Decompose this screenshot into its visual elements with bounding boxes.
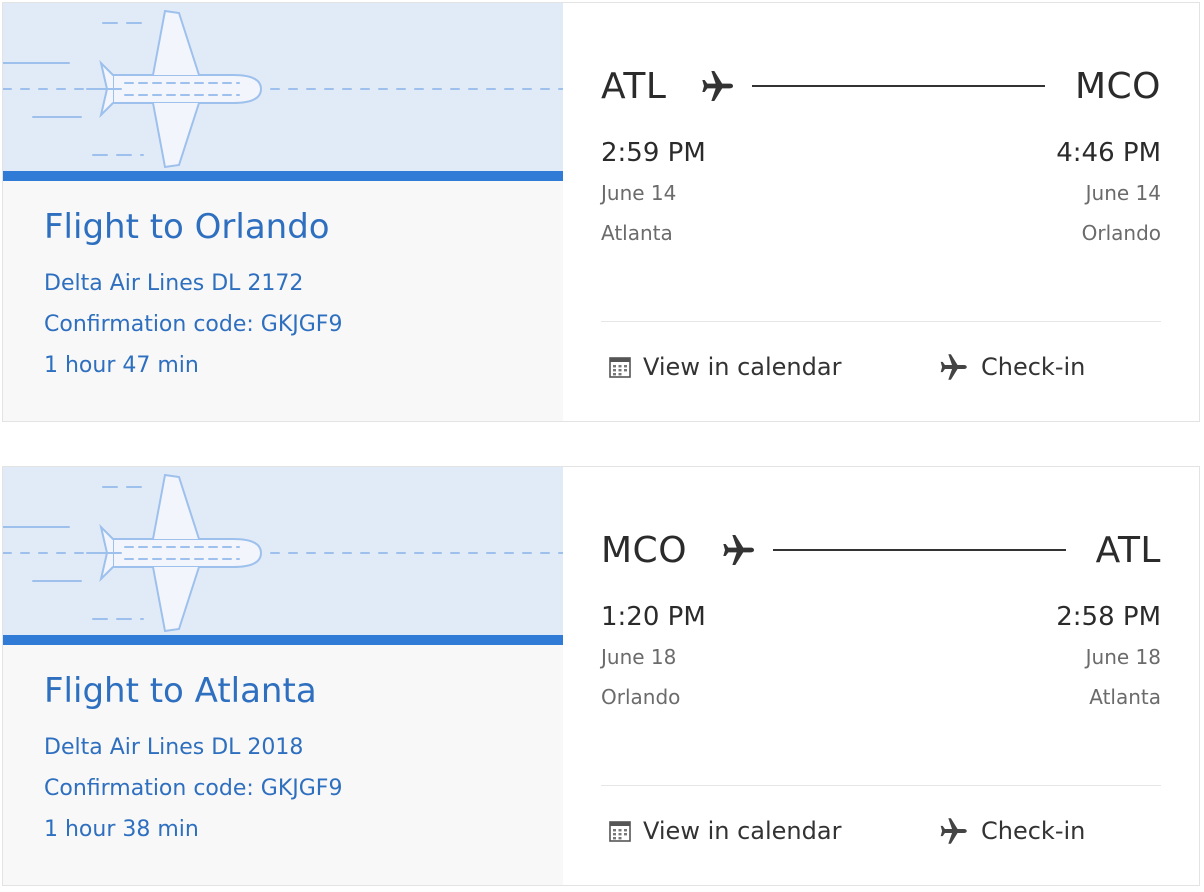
flight-actions: View in calendar Check-in — [607, 811, 1085, 851]
view-in-calendar-button[interactable]: View in calendar — [607, 353, 937, 381]
accent-bar — [3, 171, 563, 181]
confirmation-code: Confirmation code: GKJGF9 — [44, 776, 343, 801]
destination-code: MCO — [1074, 65, 1161, 107]
arrival-city: Orlando — [1081, 221, 1161, 245]
arrival-date: June 18 — [1085, 645, 1161, 669]
check-in-button[interactable]: Check-in — [937, 350, 1085, 384]
flight-details-panel: ATL MCO 2:59 PM June 14 Atlanta 4:46 PM … — [563, 3, 1199, 421]
calendar-icon — [607, 818, 633, 844]
view-in-calendar-button[interactable]: View in calendar — [607, 817, 937, 845]
divider — [601, 321, 1161, 322]
flight-actions: View in calendar Check-in — [607, 347, 1085, 387]
flight-banner — [3, 467, 563, 645]
view-in-calendar-label: View in calendar — [643, 353, 842, 381]
flight-info: Flight to Atlanta Delta Air Lines DL 201… — [44, 667, 553, 850]
airline-flight-number: Delta Air Lines DL 2018 — [44, 735, 304, 760]
flight-cards: Flight to Orlando Delta Air Lines DL 217… — [0, 0, 1204, 892]
flight-card: Flight to Orlando Delta Air Lines DL 217… — [2, 2, 1200, 422]
airplane-illustration-icon — [3, 9, 563, 169]
airplane-icon — [937, 350, 971, 384]
flight-details-panel: MCO ATL 1:20 PM June 18 Orlando 2:58 PM … — [563, 467, 1199, 885]
airplane-illustration-icon — [3, 473, 563, 633]
destination-code: ATL — [1095, 529, 1161, 571]
arrival-date: June 14 — [1085, 181, 1161, 205]
arrival-city: Atlanta — [1089, 685, 1161, 709]
departure-info: 1:20 PM June 18 Orlando — [601, 597, 706, 717]
view-in-calendar-label: View in calendar — [643, 817, 842, 845]
airplane-icon — [719, 530, 759, 570]
route: ATL MCO — [601, 61, 1161, 111]
flight-info: Flight to Orlando Delta Air Lines DL 217… — [44, 203, 553, 386]
arrival-time: 4:46 PM — [1056, 138, 1161, 168]
departure-city: Orlando — [601, 685, 681, 709]
arrival-info: 2:58 PM June 18 Atlanta — [1056, 597, 1161, 717]
origin-code: ATL — [601, 65, 667, 107]
departure-city: Atlanta — [601, 221, 673, 245]
airline-flight-number: Delta Air Lines DL 2172 — [44, 271, 304, 296]
flight-title: Flight to Atlanta — [44, 671, 317, 711]
airplane-icon — [937, 814, 971, 848]
calendar-icon — [607, 354, 633, 380]
arrival-time: 2:58 PM — [1056, 602, 1161, 632]
flight-banner — [3, 3, 563, 181]
flight-card: Flight to Atlanta Delta Air Lines DL 201… — [2, 466, 1200, 886]
check-in-label: Check-in — [981, 817, 1086, 845]
check-in-button[interactable]: Check-in — [937, 814, 1085, 848]
departure-date: June 14 — [601, 181, 677, 205]
schedule: 2:59 PM June 14 Atlanta 4:46 PM June 14 … — [601, 133, 1161, 253]
arrival-info: 4:46 PM June 14 Orlando — [1056, 133, 1161, 253]
departure-time: 2:59 PM — [601, 138, 706, 168]
route-line — [773, 549, 1066, 551]
flight-duration: 1 hour 38 min — [44, 817, 199, 842]
check-in-label: Check-in — [981, 353, 1086, 381]
flight-summary-panel: Flight to Atlanta Delta Air Lines DL 201… — [3, 467, 563, 885]
departure-time: 1:20 PM — [601, 602, 706, 632]
departure-info: 2:59 PM June 14 Atlanta — [601, 133, 706, 253]
confirmation-code: Confirmation code: GKJGF9 — [44, 312, 343, 337]
accent-bar — [3, 635, 563, 645]
flight-title: Flight to Orlando — [44, 207, 330, 247]
flight-duration: 1 hour 47 min — [44, 353, 199, 378]
route-line — [752, 85, 1045, 87]
flight-summary-panel: Flight to Orlando Delta Air Lines DL 217… — [3, 3, 563, 421]
airplane-icon — [698, 66, 738, 106]
schedule: 1:20 PM June 18 Orlando 2:58 PM June 18 … — [601, 597, 1161, 717]
route: MCO ATL — [601, 525, 1161, 575]
departure-date: June 18 — [601, 645, 677, 669]
origin-code: MCO — [601, 529, 688, 571]
divider — [601, 785, 1161, 786]
